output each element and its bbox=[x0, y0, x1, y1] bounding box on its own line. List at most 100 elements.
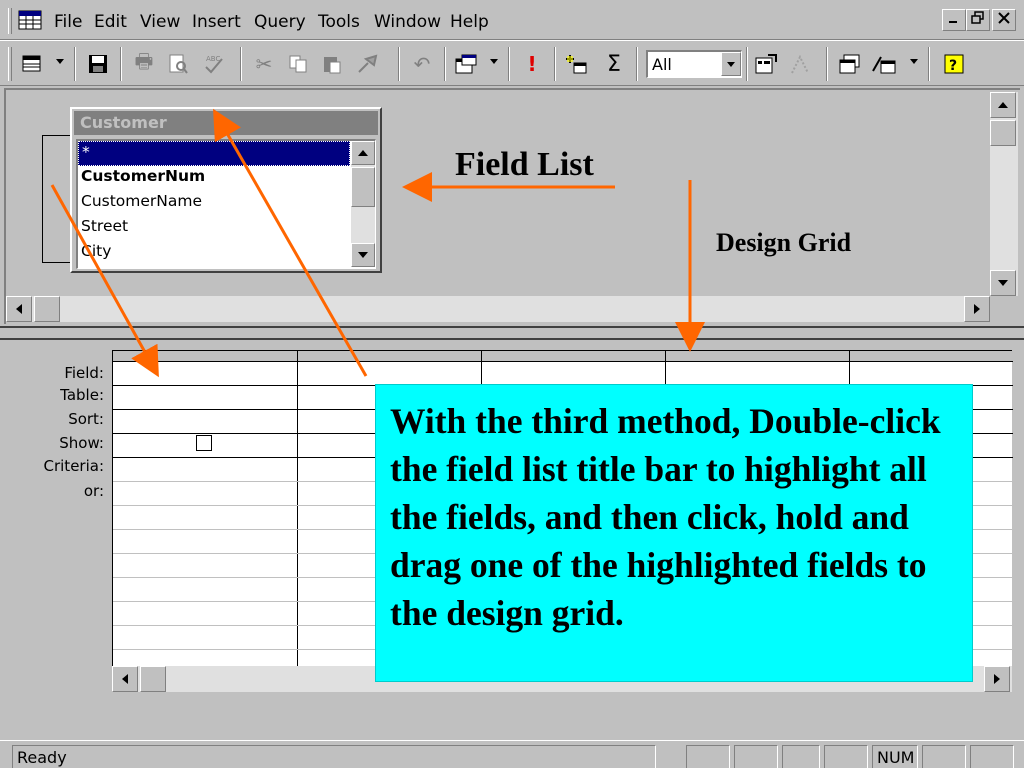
undo-icon: ↶ bbox=[413, 52, 431, 76]
scroll-up-icon[interactable] bbox=[351, 141, 375, 165]
field-list-box[interactable]: * CustomerNum CustomerName Street City bbox=[76, 139, 376, 269]
paste-icon bbox=[318, 50, 346, 78]
menu-view[interactable]: View bbox=[140, 12, 180, 32]
upper-horizontal-scrollbar[interactable] bbox=[6, 296, 990, 322]
grid-row-label-sort: Sort: bbox=[68, 410, 104, 428]
close-icon bbox=[998, 12, 1010, 24]
query-design-toolbar: 🖶 ABC ✂ ↶ ! Σ All ? bbox=[0, 40, 1024, 86]
show-checkbox[interactable] bbox=[196, 435, 212, 451]
svg-text:?: ? bbox=[949, 58, 957, 74]
database-window-icon[interactable] bbox=[836, 50, 864, 78]
instruction-callout: With the third method, Double-click the … bbox=[375, 384, 973, 682]
scroll-thumb[interactable] bbox=[990, 120, 1016, 146]
print-preview-icon bbox=[164, 50, 192, 78]
top-values-value: All bbox=[652, 55, 672, 74]
field-list-item[interactable]: City bbox=[78, 241, 375, 266]
field-list-scrollbar[interactable] bbox=[351, 141, 375, 267]
scroll-thumb[interactable] bbox=[351, 167, 375, 207]
chevron-down-icon[interactable] bbox=[721, 52, 741, 76]
status-indicator bbox=[824, 745, 868, 768]
status-text: Ready bbox=[12, 745, 656, 768]
scroll-thumb[interactable] bbox=[140, 666, 166, 692]
menu-file[interactable]: File bbox=[54, 12, 82, 32]
cut-icon: ✂ bbox=[255, 52, 273, 76]
scroll-down-icon[interactable] bbox=[990, 270, 1016, 296]
toolbar-separator bbox=[826, 47, 828, 81]
menu-query[interactable]: Query bbox=[254, 12, 306, 32]
save-icon[interactable] bbox=[84, 50, 112, 78]
show-table-icon[interactable] bbox=[562, 50, 590, 78]
restore-icon bbox=[971, 11, 984, 24]
status-indicator bbox=[686, 745, 730, 768]
toolbar-separator bbox=[74, 47, 76, 81]
toolbar-separator bbox=[508, 47, 510, 81]
design-grid-annotation: Design Grid bbox=[716, 228, 852, 257]
status-bar: Ready NUM bbox=[0, 740, 1024, 768]
scroll-right-icon[interactable] bbox=[964, 296, 990, 322]
scroll-left-icon[interactable] bbox=[6, 296, 32, 322]
view-dropdown-icon[interactable] bbox=[56, 59, 64, 64]
field-list-shadow-frame bbox=[42, 135, 72, 263]
format-painter-icon bbox=[354, 50, 382, 78]
scroll-up-icon[interactable] bbox=[990, 92, 1016, 118]
query-type-icon[interactable] bbox=[452, 50, 480, 78]
field-list-annotation: Field List bbox=[455, 146, 594, 183]
menu-edit[interactable]: Edit bbox=[94, 12, 127, 32]
query-app-icon[interactable] bbox=[18, 10, 44, 32]
run-icon[interactable]: ! bbox=[518, 50, 546, 78]
status-indicator bbox=[782, 745, 820, 768]
build-icon bbox=[786, 50, 814, 78]
toolbar-separator bbox=[398, 47, 400, 81]
grid-row-label-or: or: bbox=[83, 482, 104, 500]
toolbar-grip bbox=[8, 47, 12, 81]
menu-help[interactable]: Help bbox=[450, 12, 489, 32]
grid-row-label-field: Field: bbox=[64, 364, 104, 382]
toolbar-separator bbox=[554, 47, 556, 81]
spelling-icon: ABC bbox=[200, 50, 228, 78]
toolbar-separator bbox=[444, 47, 446, 81]
grid-column-selectors[interactable] bbox=[113, 351, 1013, 362]
scroll-thumb[interactable] bbox=[34, 296, 60, 322]
grid-column-divider bbox=[297, 351, 298, 667]
toolbar-separator bbox=[120, 47, 122, 81]
field-list-item[interactable]: Street bbox=[78, 216, 375, 241]
menu-grip bbox=[8, 8, 12, 34]
close-button[interactable] bbox=[992, 9, 1016, 31]
status-indicator bbox=[734, 745, 778, 768]
grid-row-label-criteria: Criteria: bbox=[43, 457, 105, 475]
help-icon[interactable]: ? bbox=[940, 50, 968, 78]
status-num-indicator: NUM bbox=[872, 745, 918, 768]
scroll-down-icon[interactable] bbox=[351, 243, 375, 267]
field-list-item[interactable]: CustomerName bbox=[78, 191, 375, 216]
grid-row-label-table: Table: bbox=[60, 386, 104, 404]
menu-bar: File Edit View Insert Query Tools Window… bbox=[0, 0, 1024, 40]
menu-window[interactable]: Window bbox=[374, 12, 441, 32]
new-object-icon[interactable] bbox=[870, 50, 898, 78]
totals-sigma-icon[interactable]: Σ bbox=[600, 50, 628, 78]
toolbar-separator bbox=[636, 47, 638, 81]
field-list-window[interactable]: Customer * CustomerNum CustomerName Stre… bbox=[70, 107, 382, 273]
minimize-button[interactable] bbox=[942, 9, 966, 31]
toolbar-separator bbox=[240, 47, 242, 81]
upper-vertical-scrollbar[interactable] bbox=[990, 92, 1018, 296]
svg-text:ABC: ABC bbox=[206, 55, 220, 63]
status-indicator bbox=[922, 745, 966, 768]
pane-splitter[interactable] bbox=[0, 326, 1024, 340]
menu-tools[interactable]: Tools bbox=[318, 12, 360, 32]
status-indicator bbox=[970, 745, 1014, 768]
field-list-item[interactable]: CustomerNum bbox=[78, 166, 375, 191]
print-icon: 🖶 bbox=[134, 49, 154, 73]
top-values-combo[interactable]: All bbox=[646, 50, 742, 78]
restore-button[interactable] bbox=[966, 9, 990, 31]
menu-insert[interactable]: Insert bbox=[192, 12, 241, 32]
properties-icon[interactable] bbox=[752, 50, 780, 78]
grid-row-label-show: Show: bbox=[59, 434, 104, 452]
query-type-dropdown-icon[interactable] bbox=[490, 59, 498, 64]
new-object-dropdown-icon[interactable] bbox=[910, 59, 918, 64]
minimize-icon bbox=[949, 21, 957, 23]
field-list-title-bar[interactable]: Customer bbox=[74, 111, 378, 135]
view-icon[interactable] bbox=[18, 50, 46, 78]
scroll-left-icon[interactable] bbox=[112, 666, 138, 692]
scroll-right-icon[interactable] bbox=[984, 666, 1010, 692]
field-list-item-all[interactable]: * bbox=[78, 141, 350, 166]
